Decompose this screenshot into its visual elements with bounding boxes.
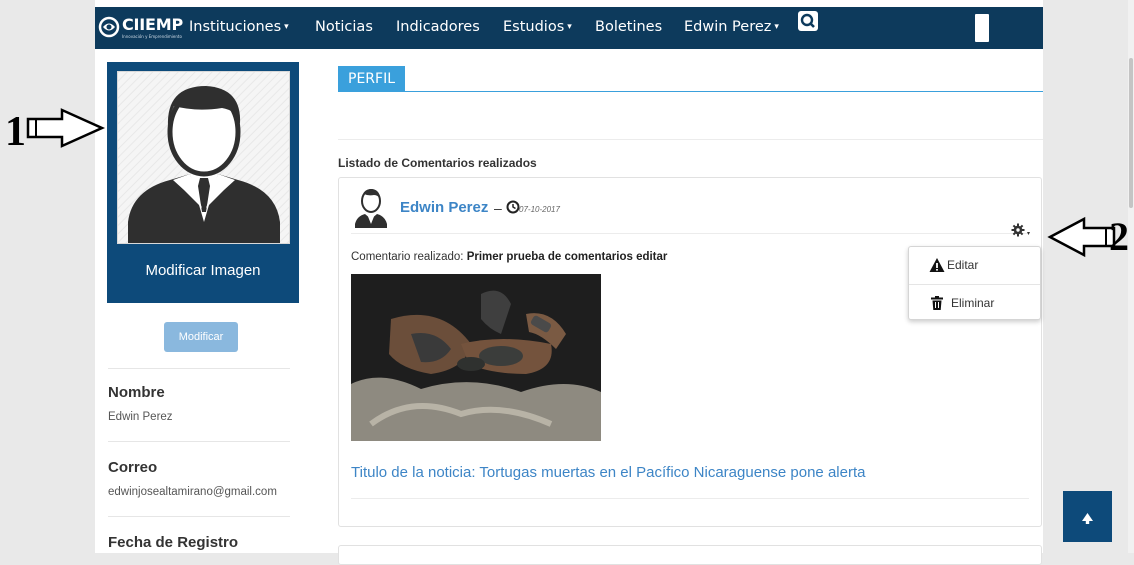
brand-name: CIIEMP	[122, 15, 184, 34]
comment-avatar-icon	[355, 189, 387, 228]
scrollbar-thumb[interactable]	[1129, 58, 1133, 208]
comment-author-link[interactable]: Edwin Perez	[400, 199, 488, 216]
divider	[351, 233, 1029, 234]
nav-blank-element	[975, 14, 989, 42]
modify-image-label[interactable]: Modificar Imagen	[107, 262, 299, 279]
arrow-up-icon	[1082, 513, 1093, 524]
chevron-down-icon: ▾	[284, 22, 289, 32]
news-image[interactable]	[351, 274, 601, 441]
menu-item-label: Editar	[947, 258, 979, 272]
comment-text-value: Primer prueba de comentarios editar	[466, 251, 668, 263]
top-navbar: CIIEMP Innovación y Emprendimiento Insti…	[95, 7, 1043, 49]
divider	[351, 498, 1029, 499]
nav-boletines[interactable]: Boletines	[595, 19, 662, 35]
email-label: Correo	[108, 459, 158, 476]
gear-icon[interactable]	[1011, 223, 1025, 237]
search-icon	[800, 13, 815, 28]
nav-label: Indicadores	[396, 19, 480, 35]
divider	[108, 368, 290, 369]
nav-label: Instituciones	[189, 19, 282, 35]
menu-item-eliminar[interactable]: Eliminar	[909, 285, 1040, 321]
comment-card: Edwin Perez – 07-10-2017 ▾ Comentario re…	[338, 177, 1042, 527]
divider	[338, 139, 1043, 140]
nav-label: Boletines	[595, 19, 663, 35]
divider	[108, 516, 290, 517]
news-photo-turtles	[351, 274, 601, 441]
search-button[interactable]	[798, 11, 818, 31]
scroll-to-top-button[interactable]	[1063, 491, 1112, 542]
tab-underline	[338, 91, 1043, 92]
modify-button[interactable]: Modificar	[164, 322, 238, 352]
trash-icon	[931, 296, 943, 310]
comment-date: 07-10-2017	[519, 205, 560, 214]
avatar[interactable]	[117, 71, 290, 244]
nav-estudios[interactable]: Estudios ▾	[503, 19, 572, 35]
clock-icon	[506, 200, 520, 214]
nav-label: Noticias	[315, 19, 373, 35]
chevron-down-icon[interactable]: ▾	[1027, 230, 1030, 237]
annotation-arrow-2: 2	[1047, 214, 1129, 259]
divider	[108, 441, 290, 442]
comment-text-prefix: Comentario realizado:	[351, 251, 467, 263]
brand-tagline: Innovación y Emprendimiento	[122, 34, 182, 39]
annotation-number-1: 1	[5, 109, 26, 152]
comment-card	[338, 545, 1042, 565]
scrollbar-track[interactable]	[1128, 0, 1134, 553]
comment-text: Comentario realizado: Primer prueba de c…	[351, 251, 667, 263]
brand-swirl-icon	[98, 16, 120, 38]
email-value: edwinjosealtamirano@gmail.com	[108, 486, 277, 498]
comments-list-heading: Listado de Comentarios realizados	[338, 156, 537, 170]
comment-separator: –	[494, 200, 502, 216]
nav-user-menu[interactable]: Edwin Perez ▾	[684, 19, 779, 35]
nav-indicadores[interactable]: Indicadores	[396, 19, 480, 35]
chevron-down-icon: ▾	[567, 22, 572, 32]
annotation-arrow-1: 1	[5, 108, 106, 152]
warning-icon	[929, 258, 945, 272]
nav-instituciones[interactable]: Instituciones ▾	[189, 19, 289, 35]
right-gutter	[1055, 0, 1134, 553]
name-value: Edwin Perez	[108, 411, 173, 423]
nav-noticias[interactable]: Noticias	[315, 19, 373, 35]
news-title-link[interactable]: Titulo de la noticia: Tortugas muertas e…	[351, 464, 865, 481]
name-label: Nombre	[108, 384, 165, 401]
profile-image-panel: Modificar Imagen	[107, 62, 299, 303]
chevron-down-icon: ▾	[774, 22, 779, 32]
annotation-number-2: 2	[1109, 214, 1129, 259]
nav-label: Estudios	[503, 19, 565, 35]
menu-item-editar[interactable]: Editar	[909, 247, 1040, 283]
comment-actions-menu: Editar Eliminar	[908, 246, 1041, 320]
nav-label: Edwin Perez	[684, 19, 772, 35]
user-avatar-icon	[118, 72, 289, 243]
tab-perfil[interactable]: PERFIL	[338, 66, 405, 92]
menu-item-label: Eliminar	[951, 296, 995, 310]
registration-date-label: Fecha de Registro	[108, 534, 239, 551]
